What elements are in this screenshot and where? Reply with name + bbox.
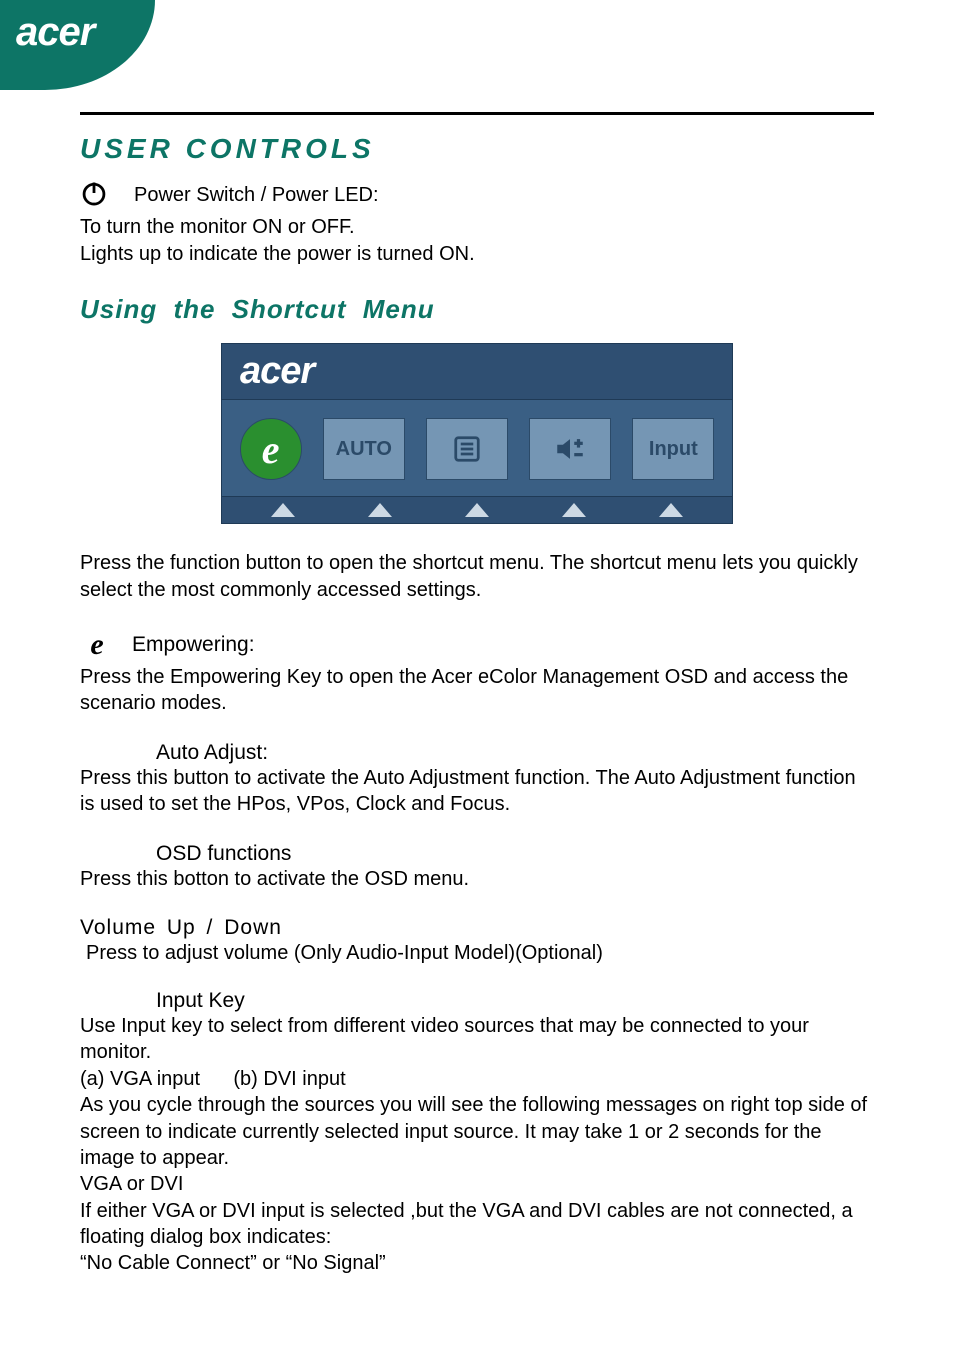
- osd-arrow-row: [222, 496, 732, 523]
- section-auto-adjust: Auto Adjust: Press this button to activa…: [80, 741, 874, 818]
- empowering-title: Empowering:: [132, 633, 255, 657]
- volume-title: Volume Up / Down: [80, 916, 874, 940]
- osd-auto-button: AUTO: [323, 418, 405, 480]
- section-osd-functions: OSD functions Press this botton to activ…: [80, 842, 874, 892]
- heading-shortcut-menu: Using the Shortcut Menu: [80, 294, 874, 325]
- input-key-p6: “No Cable Connect” or “No Signal”: [80, 1250, 874, 1276]
- osd-functions-body: Press this botton to activate the OSD me…: [80, 866, 874, 892]
- divider: [80, 112, 874, 115]
- osd-volume-button: [529, 418, 611, 480]
- document-page: acer USER CONTROLS Power Switch / Power …: [0, 0, 954, 1355]
- power-line-1: To turn the monitor ON or OFF.: [80, 214, 874, 241]
- osd-button-row: e AUTO: [222, 400, 732, 496]
- osd-menu-figure: acer e AUTO: [80, 343, 874, 524]
- acer-logo: acer: [16, 10, 94, 55]
- arrow-up-icon: [659, 503, 683, 517]
- osd-input-button: Input: [632, 418, 714, 480]
- input-key-p2: (a) VGA input (b) DVI input: [80, 1066, 874, 1092]
- volume-icon: [553, 432, 587, 466]
- osd-header: acer: [222, 344, 732, 400]
- osd-panel: acer e AUTO: [221, 343, 733, 524]
- menu-icon: [452, 434, 482, 464]
- section-input-key: Input Key Use Input key to select from d…: [80, 989, 874, 1277]
- osd-acer-logo: acer: [240, 350, 314, 393]
- arrow-up-icon: [562, 503, 586, 517]
- section-empowering: e Empowering: Press the Empowering Key t…: [80, 628, 874, 717]
- auto-adjust-title: Auto Adjust:: [156, 741, 874, 765]
- empowering-e-icon: e: [262, 426, 280, 473]
- power-line-2: Lights up to indicate the power is turne…: [80, 241, 874, 268]
- empowering-body: Press the Empowering Key to open the Ace…: [80, 664, 874, 717]
- empowering-e-icon: e: [80, 628, 114, 662]
- arrow-up-icon: [368, 503, 392, 517]
- auto-adjust-body: Press this button to activate the Auto A…: [80, 765, 874, 818]
- osd-menu-button: [426, 418, 508, 480]
- input-key-p1: Use Input key to select from different v…: [80, 1013, 874, 1066]
- input-key-p4: VGA or DVI: [80, 1171, 874, 1197]
- shortcut-description: Press the function button to open the sh…: [80, 550, 874, 604]
- osd-empowering-button: e: [240, 418, 302, 480]
- power-icon: [80, 179, 108, 212]
- input-key-p5: If either VGA or DVI input is selected ,…: [80, 1198, 874, 1251]
- volume-body: Press to adjust volume (Only Audio-Input…: [86, 942, 874, 965]
- heading-user-controls: USER CONTROLS: [80, 133, 874, 165]
- arrow-up-icon: [271, 503, 295, 517]
- input-key-p3: As you cycle through the sources you wil…: [80, 1092, 874, 1171]
- osd-functions-title: OSD functions: [156, 842, 874, 866]
- power-switch-label: Power Switch / Power LED:: [134, 184, 379, 207]
- content-area: USER CONTROLS Power Switch / Power LED: …: [0, 0, 954, 1317]
- input-key-title: Input Key: [156, 989, 874, 1013]
- power-switch-row: Power Switch / Power LED:: [80, 179, 874, 212]
- arrow-up-icon: [465, 503, 489, 517]
